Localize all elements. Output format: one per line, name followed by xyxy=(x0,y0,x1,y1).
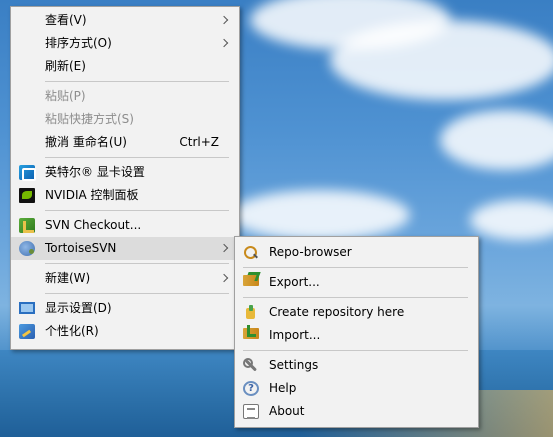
menu-item-tortoisesvn[interactable]: TortoiseSVN xyxy=(11,237,239,260)
menu-item-nvidia-control-panel[interactable]: NVIDIA 控制面板 xyxy=(11,184,239,207)
menu-item-label: Repo-browser xyxy=(269,245,352,259)
menu-item-label: Create repository here xyxy=(269,305,405,319)
menu-item-undo-rename[interactable]: 撤消 重命名(U) Ctrl+Z xyxy=(11,131,239,154)
menu-item-sort-by[interactable]: 排序方式(O) xyxy=(11,32,239,55)
menu-item-label: About xyxy=(269,404,305,418)
menu-item-label: Import... xyxy=(269,328,321,342)
tortoisesvn-submenu: Repo-browser Export... Create repository… xyxy=(234,236,479,428)
menu-item-label: 排序方式(O) xyxy=(45,36,112,50)
menu-separator xyxy=(243,297,468,298)
menu-item-label: 显示设置(D) xyxy=(45,301,112,315)
import-icon xyxy=(243,325,259,339)
menu-item-label: 撤消 重命名(U) xyxy=(45,135,127,149)
settings-icon xyxy=(243,358,259,373)
menu-item-label: 粘贴快捷方式(S) xyxy=(45,112,134,126)
menu-item-label: Help xyxy=(269,381,297,395)
create-repository-icon xyxy=(243,305,259,320)
cloud xyxy=(440,110,553,170)
repo-browser-icon xyxy=(243,245,259,260)
menu-item-label: Settings xyxy=(269,358,319,372)
menu-item-personalize[interactable]: 个性化(R) xyxy=(11,320,239,343)
menu-item-label: 个性化(R) xyxy=(45,324,99,338)
menu-item-svn-checkout[interactable]: SVN Checkout... xyxy=(11,214,239,237)
menu-item-label: 查看(V) xyxy=(45,13,87,27)
menu-separator xyxy=(45,81,229,82)
display-settings-icon xyxy=(19,302,35,314)
menu-item-settings[interactable]: Settings xyxy=(235,354,478,377)
menu-item-display-settings[interactable]: 显示设置(D) xyxy=(11,297,239,320)
chevron-right-icon xyxy=(219,243,229,253)
menu-separator xyxy=(45,293,229,294)
tortoisesvn-icon xyxy=(19,241,35,256)
menu-item-help[interactable]: ? Help xyxy=(235,377,478,400)
menu-separator xyxy=(243,267,468,268)
export-icon xyxy=(243,275,259,286)
intel-graphics-icon xyxy=(19,165,36,181)
menu-item-refresh[interactable]: 刷新(E) xyxy=(11,55,239,78)
menu-separator xyxy=(45,157,229,158)
desktop-context-menu: 查看(V) 排序方式(O) 刷新(E) 粘贴(P) 粘贴快捷方式(S) 撤消 重… xyxy=(10,6,240,350)
menu-item-repo-browser[interactable]: Repo-browser xyxy=(235,241,478,264)
menu-item-import[interactable]: Import... xyxy=(235,324,478,347)
menu-item-new[interactable]: 新建(W) xyxy=(11,267,239,290)
menu-item-create-repository[interactable]: Create repository here xyxy=(235,301,478,324)
chevron-right-icon xyxy=(219,38,229,48)
help-icon: ? xyxy=(243,381,259,396)
menu-item-label: 粘贴(P) xyxy=(45,89,86,103)
menu-item-export[interactable]: Export... xyxy=(235,271,478,294)
menu-item-label: 刷新(E) xyxy=(45,59,86,73)
shortcut-label: Ctrl+Z xyxy=(179,135,219,149)
menu-item-label: Export... xyxy=(269,275,320,289)
chevron-right-icon xyxy=(219,273,229,283)
cloud xyxy=(230,190,410,240)
menu-item-label: 英特尔® 显卡设置 xyxy=(45,165,145,179)
cloud xyxy=(330,20,553,100)
menu-item-intel-graphics[interactable]: 英特尔® 显卡设置 xyxy=(11,161,239,184)
menu-separator xyxy=(243,350,468,351)
personalize-icon xyxy=(19,324,35,339)
cloud xyxy=(470,200,553,240)
about-icon xyxy=(243,404,259,419)
menu-item-paste: 粘贴(P) xyxy=(11,85,239,108)
menu-separator xyxy=(45,263,229,264)
menu-item-paste-shortcut: 粘贴快捷方式(S) xyxy=(11,108,239,131)
menu-item-label: SVN Checkout... xyxy=(45,218,142,232)
menu-item-label: 新建(W) xyxy=(45,271,91,285)
svn-checkout-icon xyxy=(19,218,35,233)
nvidia-icon xyxy=(19,188,35,203)
menu-separator xyxy=(45,210,229,211)
menu-item-about[interactable]: About xyxy=(235,400,478,423)
menu-item-label: TortoiseSVN xyxy=(45,241,117,255)
menu-item-label: NVIDIA 控制面板 xyxy=(45,188,139,202)
chevron-right-icon xyxy=(219,15,229,25)
menu-item-view[interactable]: 查看(V) xyxy=(11,9,239,32)
